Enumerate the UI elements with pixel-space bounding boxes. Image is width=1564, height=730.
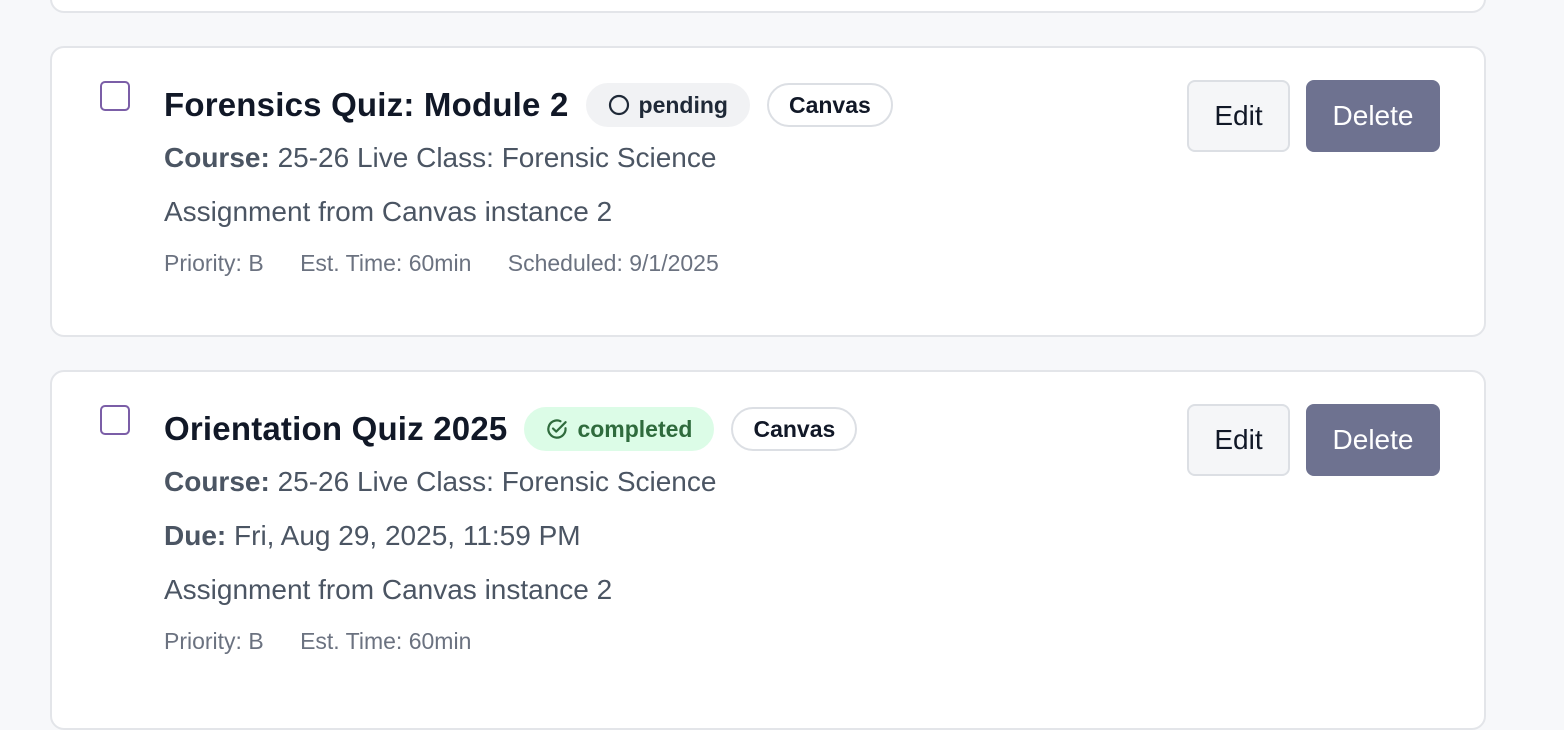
task-content: Orientation Quiz 2025 completed Canvas C… — [164, 406, 1204, 655]
task-meta: Priority: B Est. Time: 60min — [164, 628, 1204, 655]
status-badge: pending — [585, 83, 750, 127]
task-title-row: Forensics Quiz: Module 2 pending Canvas — [164, 82, 1204, 128]
source-badge: Canvas — [766, 83, 893, 127]
edit-button[interactable]: Edit — [1187, 404, 1290, 476]
task-content: Forensics Quiz: Module 2 pending Canvas … — [164, 82, 1204, 277]
status-badge-label: pending — [638, 91, 728, 118]
task-meta: Priority: B Est. Time: 60min Scheduled: … — [164, 250, 1204, 277]
priority: Priority: B — [164, 628, 264, 654]
status-badge: completed — [524, 407, 715, 451]
task-description: Assignment from Canvas instance 2 — [164, 574, 613, 605]
course-label: Course: — [164, 466, 270, 497]
circle-icon — [608, 94, 630, 116]
delete-button[interactable]: Delete — [1306, 80, 1440, 152]
task-card: Forensics Quiz: Module 2 pending Canvas … — [50, 46, 1486, 337]
course-value: 25-26 Live Class: Forensic Science — [277, 142, 717, 173]
priority: Priority: B — [164, 250, 264, 276]
task-title: Orientation Quiz 2025 — [164, 410, 508, 447]
course-line: Course: 25-26 Live Class: Forensic Scien… — [164, 142, 1204, 174]
due-label: Due: — [164, 520, 227, 551]
estimated-time: Est. Time: 60min — [300, 628, 472, 654]
task-card: Orientation Quiz 2025 completed Canvas C… — [50, 370, 1486, 730]
due-line: Due: Fri, Aug 29, 2025, 11:59 PM — [164, 520, 1204, 552]
task-title-row: Orientation Quiz 2025 completed Canvas — [164, 406, 1204, 452]
task-title: Forensics Quiz: Module 2 — [164, 86, 569, 123]
task-card-previous — [50, 0, 1486, 13]
edit-button[interactable]: Edit — [1187, 80, 1290, 152]
scheduled-date: Scheduled: 9/1/2025 — [507, 250, 719, 276]
check-circle-icon — [546, 418, 568, 440]
task-description: Assignment from Canvas instance 2 — [164, 196, 613, 227]
course-label: Course: — [164, 142, 270, 173]
estimated-time: Est. Time: 60min — [300, 250, 472, 276]
source-badge: Canvas — [731, 407, 858, 451]
task-checkbox[interactable] — [100, 81, 130, 111]
delete-button[interactable]: Delete — [1306, 404, 1440, 476]
status-badge-label: completed — [577, 415, 693, 442]
due-value: Fri, Aug 29, 2025, 11:59 PM — [234, 520, 581, 551]
task-checkbox[interactable] — [100, 405, 130, 435]
course-value: 25-26 Live Class: Forensic Science — [277, 466, 717, 497]
course-line: Course: 25-26 Live Class: Forensic Scien… — [164, 466, 1204, 498]
